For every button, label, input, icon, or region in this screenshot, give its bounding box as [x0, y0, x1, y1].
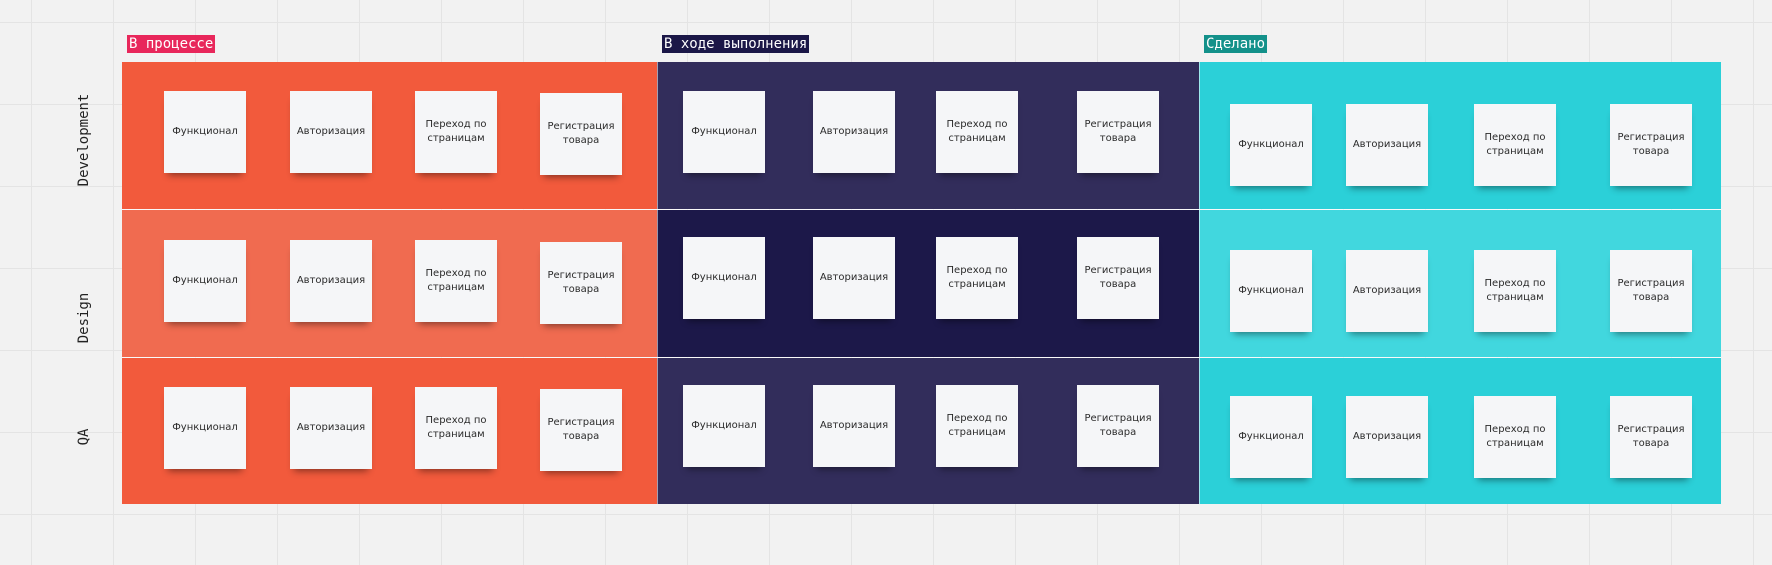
sticky-note-authorization[interactable]: Авторизация	[813, 237, 895, 319]
row-divider	[122, 357, 1721, 358]
sticky-note-page-navigation[interactable]: Переход по страницам	[415, 387, 497, 469]
cell-in-execution-development: Функционал Авторизация Переход по страница…	[657, 62, 1199, 209]
sticky-note-page-navigation[interactable]: Переход по страницам	[1474, 396, 1556, 478]
sticky-note-page-navigation[interactable]: Переход по страницам	[415, 240, 497, 322]
sticky-note-product-registration[interactable]: Регистрация товара	[1610, 396, 1692, 478]
sticky-note-functional[interactable]: Функционал	[1230, 396, 1312, 478]
column-label-in-progress: В процессе	[127, 35, 216, 53]
sticky-note-page-navigation[interactable]: Переход по страницам	[1474, 104, 1556, 186]
sticky-note-product-registration[interactable]: Регистрация товара	[540, 389, 622, 471]
sticky-note-page-navigation[interactable]: Переход по страницам	[936, 91, 1018, 173]
sticky-note-product-registration[interactable]: Регистрация товара	[1077, 237, 1159, 319]
sticky-note-functional[interactable]: Функционал	[1230, 250, 1312, 332]
sticky-note-page-navigation[interactable]: Переход по страницам	[936, 237, 1018, 319]
kanban-board: Функционал Авторизация Переход по страница…	[122, 62, 1721, 504]
column-divider	[1199, 62, 1200, 504]
sticky-note-product-registration[interactable]: Регистрация товара	[1610, 250, 1692, 332]
sticky-note-product-registration[interactable]: Регистрация товара	[540, 93, 622, 175]
sticky-note-functional[interactable]: Функционал	[164, 91, 246, 173]
sticky-note-authorization[interactable]: Авторизация	[813, 91, 895, 173]
column-divider	[657, 62, 658, 504]
sticky-note-authorization[interactable]: Авторизация	[813, 385, 895, 467]
sticky-note-authorization[interactable]: Авторизация	[1346, 250, 1428, 332]
sticky-note-authorization[interactable]: Авторизация	[290, 240, 372, 322]
sticky-note-product-registration[interactable]: Регистрация товара	[540, 242, 622, 324]
column-label-done: Сделано	[1204, 35, 1268, 53]
sticky-note-page-navigation[interactable]: Переход по страницам	[415, 91, 497, 173]
sticky-note-product-registration[interactable]: Регистрация товара	[1077, 91, 1159, 173]
sticky-note-product-registration[interactable]: Регистрация товара	[1610, 104, 1692, 186]
cell-in-progress-development: Функционал Авторизация Переход по страница…	[122, 62, 657, 209]
sticky-note-authorization[interactable]: Авторизация	[290, 387, 372, 469]
sticky-note-functional[interactable]: Функционал	[683, 385, 765, 467]
sticky-note-page-navigation[interactable]: Переход по страницам	[936, 385, 1018, 467]
sticky-note-product-registration[interactable]: Регистрация товара	[1077, 385, 1159, 467]
cell-done-development: Функционал Авторизация Переход по страница…	[1199, 62, 1721, 209]
cell-in-progress-qa: Функционал Авторизация Переход по страница…	[122, 358, 657, 504]
row-divider	[122, 209, 1721, 210]
cell-done-qa: Функционал Авторизация Переход по страница…	[1199, 358, 1721, 504]
cell-in-progress-design: Функционал Авторизация Переход по страница…	[122, 210, 657, 357]
sticky-note-authorization[interactable]: Авторизация	[290, 91, 372, 173]
sticky-note-functional[interactable]: Функционал	[164, 387, 246, 469]
sticky-note-authorization[interactable]: Авторизация	[1346, 104, 1428, 186]
sticky-note-functional[interactable]: Функционал	[164, 240, 246, 322]
sticky-note-functional[interactable]: Функционал	[683, 237, 765, 319]
cell-done-design: Функционал Авторизация Переход по страница…	[1199, 210, 1721, 357]
sticky-note-page-navigation[interactable]: Переход по страницам	[1474, 250, 1556, 332]
column-label-in-execution: В ходе выполнения	[662, 35, 810, 53]
cell-in-execution-qa: Функционал Авторизация Переход по страница…	[657, 358, 1199, 504]
sticky-note-functional[interactable]: Функционал	[683, 91, 765, 173]
sticky-note-functional[interactable]: Функционал	[1230, 104, 1312, 186]
cell-in-execution-design: Функционал Авторизация Переход по страница…	[657, 210, 1199, 357]
sticky-note-authorization[interactable]: Авторизация	[1346, 396, 1428, 478]
